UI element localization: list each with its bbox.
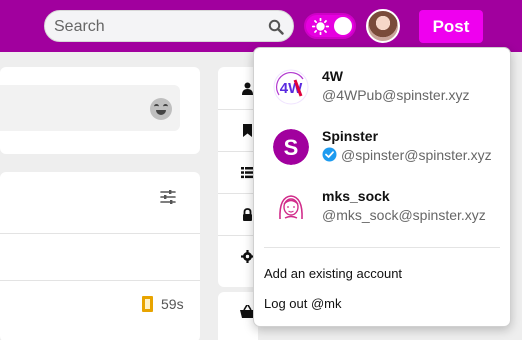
user-avatar-button[interactable] bbox=[366, 9, 400, 43]
account-name: mks_sock bbox=[322, 188, 390, 204]
account-name: Spinster bbox=[322, 128, 379, 144]
emoji-picker-icon[interactable] bbox=[150, 98, 172, 120]
toggle-knob bbox=[334, 17, 352, 35]
menu-separator bbox=[264, 247, 500, 248]
account-item[interactable]: 4W 4W @4WPub@spinster.xyz bbox=[254, 57, 510, 117]
filter-settings-icon[interactable] bbox=[160, 189, 176, 205]
sidebar-divider bbox=[218, 193, 258, 194]
post-button[interactable]: Post bbox=[419, 10, 483, 43]
sidebar-menu bbox=[218, 67, 258, 287]
spinster-logo-icon: S bbox=[273, 129, 309, 165]
4w-logo-icon: 4W bbox=[273, 69, 309, 105]
search-icon[interactable] bbox=[268, 19, 284, 35]
timeline-divider bbox=[0, 233, 200, 234]
sidebar-divider bbox=[218, 109, 258, 110]
verified-badge-icon bbox=[322, 147, 337, 162]
post-divider bbox=[0, 280, 200, 281]
shop-card bbox=[218, 292, 258, 340]
account-item[interactable]: S Spinster @spinster@spinster.xyz bbox=[254, 117, 510, 177]
account-handle: @mks_sock@spinster.xyz bbox=[322, 207, 486, 223]
sun-icon bbox=[312, 18, 329, 35]
search-input[interactable]: Search bbox=[44, 10, 294, 42]
logout-link[interactable]: Log out @mk bbox=[264, 296, 342, 311]
sidebar-divider bbox=[218, 235, 258, 236]
theme-toggle[interactable] bbox=[304, 13, 356, 39]
account-name: 4W bbox=[322, 68, 343, 84]
account-item[interactable]: mks_sock @mks_sock@spinster.xyz bbox=[254, 177, 510, 237]
search-placeholder: Search bbox=[54, 18, 105, 35]
emoji-mouth bbox=[156, 110, 166, 115]
hourglass-icon bbox=[142, 296, 153, 312]
account-handle: @spinster@spinster.xyz bbox=[341, 147, 492, 163]
time-ago-text: 59s bbox=[161, 296, 184, 312]
add-existing-account-link[interactable]: Add an existing account bbox=[264, 266, 402, 281]
sidebar-divider bbox=[218, 151, 258, 152]
cartoon-woman-avatar-icon bbox=[273, 189, 309, 225]
account-switcher-dropdown: 4W 4W @4WPub@spinster.xyz S Spinster @sp… bbox=[253, 47, 511, 327]
account-handle: @4WPub@spinster.xyz bbox=[322, 87, 470, 103]
svg-text:S: S bbox=[284, 135, 299, 160]
